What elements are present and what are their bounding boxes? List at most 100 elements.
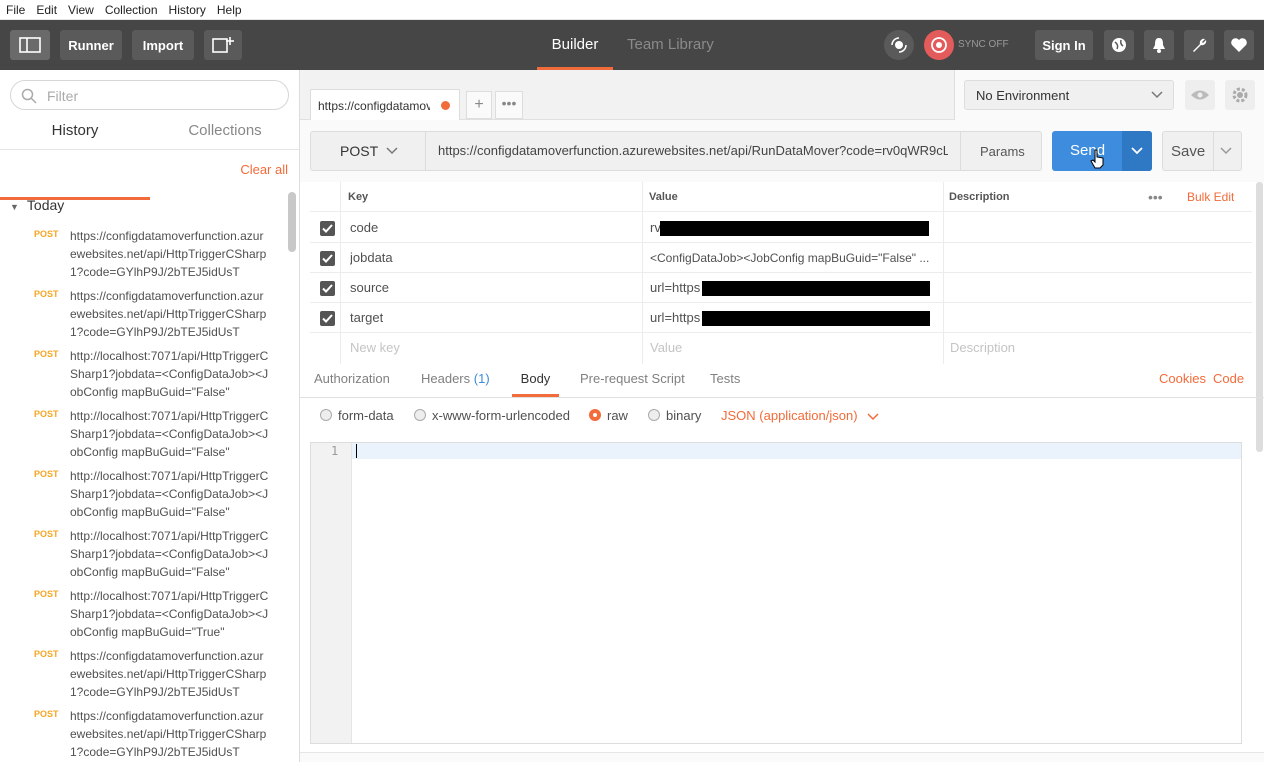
tab-body[interactable]: Body — [512, 364, 559, 397]
param-key[interactable]: target — [350, 303, 383, 333]
bulk-edit-link[interactable]: Bulk Edit — [1187, 182, 1234, 212]
new-key-field[interactable]: New key — [350, 333, 400, 363]
tab-team-library[interactable]: Team Library — [627, 20, 717, 70]
history-method: POST — [34, 289, 59, 299]
tab-tests[interactable]: Tests — [710, 364, 740, 397]
header-value: Value — [649, 191, 678, 203]
row-enabled-checkbox[interactable] — [320, 281, 335, 296]
save-label: Save — [1171, 143, 1206, 160]
content-type-select[interactable]: JSON (application/json) — [721, 408, 879, 423]
menu-edit[interactable]: Edit — [30, 0, 62, 20]
method-select[interactable]: POST — [310, 131, 426, 171]
radio-raw[interactable] — [589, 409, 601, 421]
history-group-today[interactable]: ▼ Today — [10, 197, 64, 213]
sign-in-button[interactable]: Sign In — [1035, 30, 1093, 60]
menu-view[interactable]: View — [62, 0, 99, 20]
param-value[interactable]: url=https — [650, 303, 700, 333]
globe-button[interactable] — [1104, 30, 1134, 60]
unsaved-dot-icon — [441, 101, 450, 110]
tab-pre-request-script[interactable]: Pre-request Script — [580, 364, 685, 397]
tab-history[interactable]: History — [0, 120, 150, 200]
history-item[interactable]: POST http://localhost:7071/api/HttpTrigge… — [0, 465, 290, 525]
redaction-bar — [702, 311, 930, 326]
tab-headers[interactable]: Headers (1) — [421, 364, 490, 397]
radio-form-data[interactable] — [320, 409, 332, 421]
globe-icon — [1112, 38, 1126, 52]
filter-field[interactable] — [10, 80, 289, 110]
tab-options-button[interactable]: ••• — [495, 91, 523, 119]
tab-builder[interactable]: Builder — [537, 20, 613, 70]
chevron-down-icon — [867, 413, 879, 420]
row-enabled-checkbox[interactable] — [320, 251, 335, 266]
eye-icon — [1191, 90, 1209, 100]
binary-label[interactable]: binary — [666, 408, 701, 423]
tab-authorization[interactable]: Authorization — [314, 364, 390, 397]
history-item[interactable]: POST https://configdatamoverfunction.azur… — [0, 705, 290, 762]
history-item[interactable]: POST http://localhost:7071/api/HttpTrigge… — [0, 405, 290, 465]
new-window-button[interactable] — [204, 30, 242, 60]
notifications-button[interactable] — [1144, 30, 1174, 60]
caret-down-icon: ▼ — [10, 202, 19, 212]
request-tab[interactable]: https://configdatamov — [310, 89, 460, 121]
main-scrollbar[interactable] — [1256, 182, 1263, 452]
new-description-field[interactable]: Description — [950, 333, 1015, 363]
param-key[interactable]: code — [350, 213, 378, 243]
history-url: http://localhost:7071/api/HttpTriggerCSh… — [70, 409, 269, 459]
code-link[interactable]: Code — [1213, 364, 1244, 397]
history-item[interactable]: POST https://configdatamoverfunction.azur… — [0, 285, 290, 345]
menu-history[interactable]: History — [163, 0, 211, 20]
more-icon[interactable]: ••• — [1148, 182, 1163, 212]
menu-collection[interactable]: Collection — [99, 0, 163, 20]
history-method: POST — [34, 349, 59, 359]
environment-area: No Environment — [954, 70, 1264, 120]
form-data-label[interactable]: form-data — [338, 408, 394, 423]
radio-urlencoded[interactable] — [414, 409, 426, 421]
new-value-field[interactable]: Value — [650, 333, 682, 363]
history-item[interactable]: POST http://localhost:7071/api/HttpTrigge… — [0, 525, 290, 585]
urlencoded-label[interactable]: x-www-form-urlencoded — [432, 408, 570, 423]
menu-file[interactable]: File — [0, 0, 30, 20]
manage-environments-button[interactable] — [1225, 80, 1255, 110]
sync-label: SYNC OFF — [958, 39, 1009, 50]
method-label: POST — [340, 143, 379, 159]
history-item[interactable]: POST http://localhost:7071/api/HttpTrigge… — [0, 345, 290, 405]
params-label: Params — [980, 144, 1025, 159]
tab-collections[interactable]: Collections — [150, 120, 299, 148]
runner-button[interactable]: Runner — [60, 30, 122, 60]
history-url: https://configdatamoverfunction.azureweb… — [70, 229, 267, 279]
row-enabled-checkbox[interactable] — [320, 311, 335, 326]
history-item[interactable]: POST http://localhost:7071/api/HttpTrigge… — [0, 585, 290, 645]
radio-binary[interactable] — [648, 409, 660, 421]
param-value[interactable]: <ConfigDataJob><JobConfig mapBuGuid="Fal… — [650, 243, 935, 273]
chevron-down-icon — [1131, 147, 1143, 155]
interceptor-button[interactable] — [884, 30, 914, 60]
filter-input[interactable] — [47, 86, 277, 106]
settings-button[interactable] — [1184, 30, 1214, 60]
param-key[interactable]: source — [350, 273, 389, 303]
send-options-button[interactable] — [1122, 131, 1152, 171]
raw-label[interactable]: raw — [607, 408, 628, 423]
save-button[interactable]: Save — [1162, 131, 1242, 171]
body-editor[interactable]: 1 — [310, 442, 1242, 744]
favorite-button[interactable] — [1224, 30, 1254, 60]
param-key[interactable]: jobdata — [350, 243, 393, 273]
params-button[interactable]: Params — [960, 131, 1042, 171]
hand-cursor-icon — [1090, 149, 1104, 169]
history-item[interactable]: POST https://configdatamoverfunction.azur… — [0, 645, 290, 705]
clear-all-link[interactable]: Clear all — [240, 162, 288, 177]
import-button[interactable]: Import — [132, 30, 194, 60]
history-method: POST — [34, 589, 59, 599]
param-value[interactable]: url=https — [650, 273, 700, 303]
sync-status-button[interactable] — [924, 30, 954, 60]
table-row: jobdata <ConfigDataJob><JobConfig mapBuG… — [310, 243, 1252, 273]
toggle-sidebar-button[interactable] — [10, 30, 50, 60]
environment-select[interactable]: No Environment — [964, 80, 1174, 110]
environment-quick-look-button[interactable] — [1185, 80, 1215, 110]
row-enabled-checkbox[interactable] — [320, 221, 335, 236]
history-item[interactable]: POST https://configdatamoverfunction.azur… — [0, 225, 290, 285]
cookies-link[interactable]: Cookies — [1159, 364, 1206, 397]
menu-help[interactable]: Help — [211, 0, 247, 20]
url-input[interactable]: https://configdatamoverfunction.azureweb… — [425, 131, 961, 171]
send-button[interactable]: Send — [1052, 131, 1152, 171]
new-tab-button[interactable]: + — [466, 91, 492, 119]
